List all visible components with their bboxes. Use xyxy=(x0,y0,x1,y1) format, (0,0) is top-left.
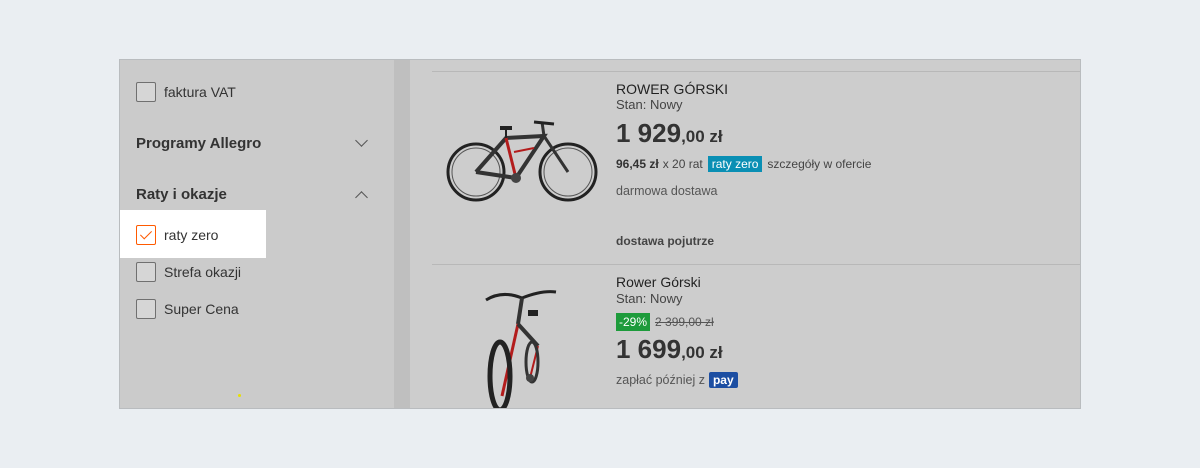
offer-title[interactable]: Rower Górski xyxy=(616,274,701,290)
old-price: 2 399,00 zł xyxy=(655,315,714,329)
checkbox[interactable] xyxy=(136,262,156,282)
pay-later-info: zapłać później z pay xyxy=(616,372,738,388)
product-image-mountain-bike[interactable] xyxy=(444,112,600,208)
offer-listing: ROWER GÓRSKI Stan: Nowy 1 929,00 zł 96,4… xyxy=(410,60,1080,408)
chevron-up-icon[interactable] xyxy=(355,190,368,204)
offer-price: 1 929,00 zł xyxy=(616,118,723,149)
offer-condition: Stan: Nowy xyxy=(616,97,683,112)
filter-invoice-vat[interactable]: faktura VAT xyxy=(136,80,236,104)
filter-raty-zero[interactable]: raty zero xyxy=(136,223,218,247)
marker-dot xyxy=(238,394,241,397)
section-programy-allegro[interactable]: Programy Allegro xyxy=(136,131,370,155)
pay-later-text: zapłać później z xyxy=(616,373,705,387)
discount-row: -29% 2 399,00 zł xyxy=(616,313,714,331)
product-image-mountain-bike-front[interactable] xyxy=(472,276,572,408)
section-title: Programy Allegro xyxy=(136,134,262,152)
price-decimal: ,00 zł xyxy=(681,127,723,146)
divider xyxy=(432,71,1080,72)
delivery-info: dostawa pojutrze xyxy=(616,234,715,248)
offer-condition: Stan: Nowy xyxy=(616,291,683,306)
offer-price: 1 699,00 zł xyxy=(616,334,723,365)
filters-sidebar: faktura VAT Programy Allegro Raty i okaz… xyxy=(120,60,394,408)
pay-logo-icon: pay xyxy=(708,372,738,388)
scrollbar-gutter xyxy=(394,60,410,408)
discount-badge: -29% xyxy=(616,313,651,331)
filter-strefa-okazji[interactable]: Strefa okazji xyxy=(136,260,241,284)
chevron-down-icon[interactable] xyxy=(355,133,368,147)
offer-title[interactable]: ROWER GÓRSKI xyxy=(616,81,728,97)
shipping-info: darmowa dostawa xyxy=(616,184,718,198)
search-results-view: faktura VAT Programy Allegro Raty i okaz… xyxy=(119,59,1081,409)
installment-count: x 20 rat xyxy=(662,157,703,171)
checkmark-icon xyxy=(139,227,153,240)
filter-label: Super Cena xyxy=(164,301,239,317)
checkbox-checked[interactable] xyxy=(136,225,156,245)
filter-super-cena[interactable]: Super Cena xyxy=(136,297,239,321)
price-decimal: ,00 zł xyxy=(681,343,723,362)
price-integer: 1 929 xyxy=(616,118,682,148)
section-title: Raty i okazje xyxy=(136,185,227,203)
section-raty-i-okazje[interactable]: Raty i okazje xyxy=(136,182,370,206)
checkbox[interactable] xyxy=(136,82,156,102)
price-integer: 1 699 xyxy=(616,334,682,364)
filter-label: faktura VAT xyxy=(164,84,236,100)
filter-label: raty zero xyxy=(164,227,219,243)
divider xyxy=(432,264,1080,265)
installment-info: 96,45 zł x 20 rat raty zero szczegóły w … xyxy=(616,156,871,172)
installment-amount: 96,45 zł xyxy=(616,157,659,171)
filter-label: Strefa okazji xyxy=(164,264,242,280)
checkbox[interactable] xyxy=(136,299,156,319)
raty-zero-badge: raty zero xyxy=(707,156,763,172)
installment-details: szczegóły w ofercie xyxy=(767,157,872,171)
